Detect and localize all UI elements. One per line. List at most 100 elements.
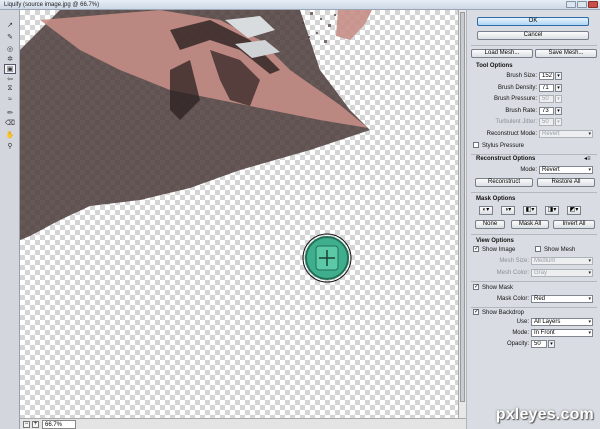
maximize-button[interactable]	[577, 1, 587, 8]
brush-pressure-field[interactable]: 50	[539, 95, 554, 103]
reconstruct-mode-value: Revert	[542, 131, 560, 137]
load-mesh-button[interactable]: Load Mesh...	[471, 49, 533, 58]
mirror-tool-icon[interactable]: ⧖	[4, 84, 16, 94]
reconstruct-mode-value-2: Revert	[542, 167, 560, 173]
mesh-color-select[interactable]: Gray ▾	[531, 269, 593, 277]
scroll-thumb[interactable]	[460, 12, 465, 402]
mask-all-button[interactable]: Mask All	[511, 220, 549, 229]
minimize-button[interactable]	[566, 1, 576, 8]
brush-size-label: Brush Size:	[506, 73, 537, 79]
turbulence-tool-icon[interactable]: ≈	[4, 94, 16, 104]
mesh-size-label: Mesh Size:	[499, 258, 529, 264]
zoom-level-field[interactable]: 66.7%	[42, 420, 76, 429]
divider	[471, 281, 597, 282]
divider	[471, 45, 597, 46]
twirl-tool-icon[interactable]: ◎	[4, 44, 16, 54]
show-image-checkbox[interactable]: ✓	[473, 246, 479, 252]
reconstruct-button[interactable]: Reconstruct	[475, 178, 533, 187]
pucker-tool-icon[interactable]: ✲	[4, 54, 16, 64]
invert-selection-mask-icon[interactable]: ◩▾	[567, 206, 581, 215]
close-button[interactable]	[588, 1, 598, 8]
show-mesh-label: Show Mesh	[544, 247, 576, 253]
freeze-mask-tool-icon[interactable]: ✏	[4, 108, 16, 118]
brush-rate-field[interactable]: 73	[539, 107, 554, 115]
backdrop-mode-select[interactable]: In Front ▾	[531, 329, 593, 337]
chevron-down-icon: ▾	[588, 167, 591, 173]
intersect-mask-icon[interactable]: ◨▾	[545, 206, 559, 215]
mask-options-header: Mask Options	[476, 196, 516, 202]
backdrop-mode-value: In Front	[534, 330, 555, 336]
brush-size-dropdown[interactable]: ▾	[555, 72, 562, 80]
turbulent-jitter-field[interactable]: 50	[539, 118, 554, 126]
replace-selection-mask-icon[interactable]: ◐▾	[479, 206, 493, 215]
mask-color-select[interactable]: Red ▾	[531, 295, 593, 303]
chevron-down-icon: ▾	[588, 296, 591, 302]
add-to-mask-icon[interactable]: ◑▾	[501, 206, 515, 215]
stylus-pressure-label: Stylus Pressure	[482, 143, 525, 149]
tool-options-header: Tool Options	[476, 63, 513, 69]
backdrop-opacity-dropdown[interactable]: ▾	[548, 340, 555, 348]
options-panel: OK Cancel Load Mesh... Save Mesh... Tool…	[466, 10, 600, 429]
mesh-size-select[interactable]: Medium ▾	[531, 257, 593, 265]
vertical-scrollbar[interactable]	[458, 10, 466, 418]
cancel-button[interactable]: Cancel	[477, 31, 589, 40]
push-left-tool-icon[interactable]: ⇦	[4, 74, 16, 84]
show-mask-checkbox[interactable]: ✓	[473, 284, 479, 290]
zoom-tool-icon[interactable]: ⚲	[4, 141, 16, 151]
liquify-window: Liquify (source image.jpg @ 66.7%) ↗ ✎ ◎…	[0, 0, 600, 429]
divider	[471, 307, 597, 308]
preview-canvas[interactable]	[20, 10, 458, 418]
brush-rate-dropdown[interactable]: ▾	[555, 107, 562, 115]
brush-size-field[interactable]: 152	[539, 72, 554, 80]
tool-strip: ↗ ✎ ◎ ✲ ▣ ⇦ ⧖ ≈ ✏ ⌫ ✋ ⚲	[0, 10, 20, 429]
panel-menu-icon[interactable]: ◂≡	[584, 155, 591, 162]
backdrop-opacity-label: Opacity:	[506, 341, 529, 347]
backdrop-mode-label: Mode:	[512, 330, 529, 336]
brush-pressure-dropdown[interactable]: ▾	[555, 95, 562, 103]
zoom-out-button[interactable]: −	[23, 421, 30, 428]
subtract-from-mask-icon[interactable]: ◧▾	[523, 206, 537, 215]
title-bar: Liquify (source image.jpg @ 66.7%)	[0, 0, 600, 10]
chevron-down-icon: ▾	[588, 330, 591, 336]
show-mesh-checkbox[interactable]	[535, 246, 541, 252]
ok-button[interactable]: OK	[477, 17, 589, 26]
show-backdrop-label: Show Backdrop	[482, 310, 525, 316]
stylus-pressure-checkbox[interactable]	[473, 142, 479, 148]
backdrop-use-label: Use:	[516, 319, 529, 325]
save-mesh-button[interactable]: Save Mesh...	[535, 49, 597, 58]
watermark: pxleyes.com	[495, 406, 594, 423]
brush-density-field[interactable]: 71	[539, 84, 554, 92]
thaw-mask-tool-icon[interactable]: ⌫	[4, 118, 16, 128]
brush-density-label: Brush Density:	[497, 85, 537, 91]
forward-warp-tool-icon[interactable]: ↗	[4, 20, 16, 30]
backdrop-use-select[interactable]: All Layers ▾	[531, 318, 593, 326]
divider	[471, 154, 597, 155]
mesh-color-value: Gray	[534, 270, 548, 276]
chevron-down-icon: ▾	[588, 319, 591, 325]
reconstruct-mode-select[interactable]: Revert ▾	[539, 130, 593, 138]
chevron-down-icon: ▾	[588, 270, 591, 276]
chevron-down-icon: ▾	[588, 131, 591, 137]
hand-tool-icon[interactable]: ✋	[4, 130, 16, 140]
turbulent-jitter-label: Turbulent Jitter:	[495, 119, 537, 125]
invert-all-button[interactable]: Invert All	[553, 220, 595, 229]
reconstruct-mode-select-2[interactable]: Revert ▾	[539, 166, 593, 174]
zoom-in-button[interactable]: +	[32, 421, 39, 428]
mask-color-label: Mask Color:	[496, 296, 529, 302]
mask-none-button[interactable]: None	[475, 220, 505, 229]
reconstruct-mode-label-2: Mode:	[520, 167, 537, 173]
reconstruct-mode-label: Reconstruct Mode:	[486, 131, 537, 137]
turbulent-jitter-dropdown[interactable]: ▾	[555, 118, 562, 126]
view-options-header: View Options	[476, 238, 514, 244]
window-controls	[566, 1, 598, 8]
reconstruct-tool-icon[interactable]: ✎	[4, 32, 16, 42]
brush-pressure-label: Brush Pressure:	[493, 96, 537, 102]
bloat-tool-icon[interactable]: ▣	[4, 64, 16, 74]
divider	[471, 192, 597, 193]
restore-all-button[interactable]: Restore All	[537, 178, 595, 187]
liquified-image	[20, 10, 372, 283]
show-backdrop-checkbox[interactable]: ✓	[473, 309, 479, 315]
brush-density-dropdown[interactable]: ▾	[555, 84, 562, 92]
brush-rate-label: Brush Rate:	[505, 108, 537, 114]
backdrop-opacity-field[interactable]: 50	[531, 340, 547, 348]
